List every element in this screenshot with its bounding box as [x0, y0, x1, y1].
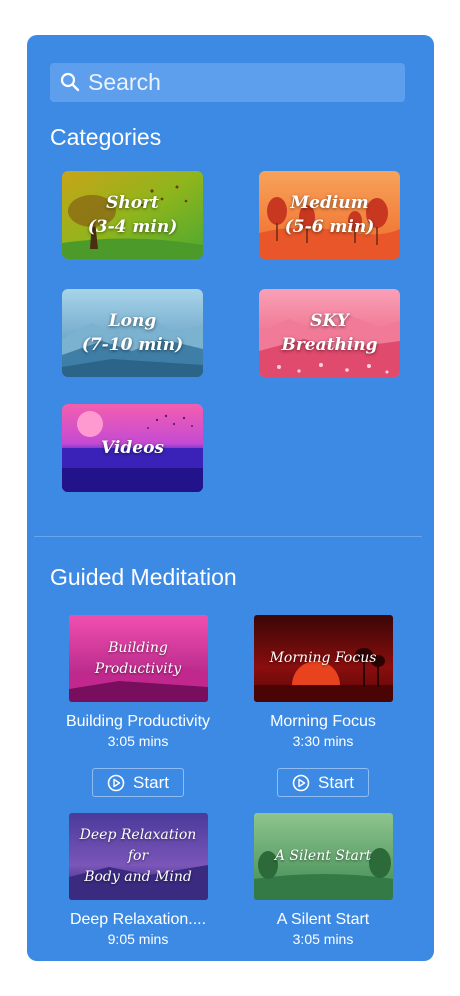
meditation-thumbnail[interactable]: Building Productivity	[68, 615, 208, 702]
search-icon	[60, 72, 80, 92]
meditation-title: A Silent Start	[276, 911, 370, 928]
start-button-label: Start	[318, 772, 354, 792]
meditation-card-building-productivity: Building Productivity Building Productivi…	[45, 615, 231, 749]
meditation-thumbnail[interactable]: Morning Focus	[253, 615, 393, 702]
meditation-title: Building Productivity	[65, 713, 211, 730]
category-short-label: Short (3-4 min)	[87, 193, 178, 237]
category-videos-label: Videos	[101, 438, 164, 458]
category-videos[interactable]: Videos	[62, 404, 203, 492]
meditation-title: Deep Relaxation....	[69, 911, 207, 928]
category-long[interactable]: Long (7-10 min)	[62, 289, 203, 377]
meditation-thumbnail[interactable]: A Silent Start	[253, 813, 393, 900]
meditation-card-deep-relaxation: Deep Relaxation for Body and Mind Deep Rel…	[45, 813, 231, 947]
category-medium-label: Medium (5-6 min)	[284, 193, 375, 237]
categories-heading: Categories	[50, 124, 162, 150]
guided-meditation-heading: Guided Meditation	[50, 564, 237, 590]
meditation-thumbnail-title: Morning Focus	[269, 650, 377, 666]
start-button-label: Start	[133, 772, 169, 792]
meditation-thumbnail-title: A Silent Start	[274, 848, 372, 864]
search-input[interactable]	[88, 63, 393, 102]
category-long-label: Long (7-10 min)	[81, 311, 184, 355]
category-short[interactable]: Short (3-4 min)	[62, 171, 203, 259]
start-button-morning-focus[interactable]: Start	[277, 768, 369, 797]
category-sky-breathing[interactable]: SKY Breathing	[259, 289, 400, 377]
meditation-duration: 3:30 mins	[292, 733, 354, 749]
meditation-panel: Categories Short(3-4 min) Medium(5-6 min…	[27, 35, 434, 961]
meditation-thumbnail[interactable]: Deep Relaxation for Body and Mind	[68, 813, 208, 900]
meditation-thumbnail-title: Building Productivity	[94, 639, 182, 677]
category-sky-breathing-label: SKY Breathing	[281, 311, 378, 355]
play-circle-icon	[107, 774, 125, 791]
meditation-duration: 3:05 mins	[107, 733, 169, 749]
start-button-building-productivity[interactable]: Start	[92, 768, 184, 797]
meditation-card-a-silent-start: A Silent Start A Silent Start 3:05 mins	[230, 813, 416, 947]
search-bar[interactable]	[50, 63, 405, 102]
meditation-duration: 9:05 mins	[107, 931, 169, 947]
meditation-title: Morning Focus	[270, 713, 376, 730]
meditation-duration: 3:05 mins	[292, 931, 354, 947]
play-circle-icon	[292, 774, 310, 791]
meditation-thumbnail-title: Deep Relaxation for Body and Mind	[79, 827, 197, 885]
category-medium[interactable]: Medium (5-6 min)	[259, 171, 400, 259]
section-divider	[34, 536, 422, 537]
meditation-card-morning-focus: Morning Focus Morning Focus 3:30 mins	[230, 615, 416, 749]
